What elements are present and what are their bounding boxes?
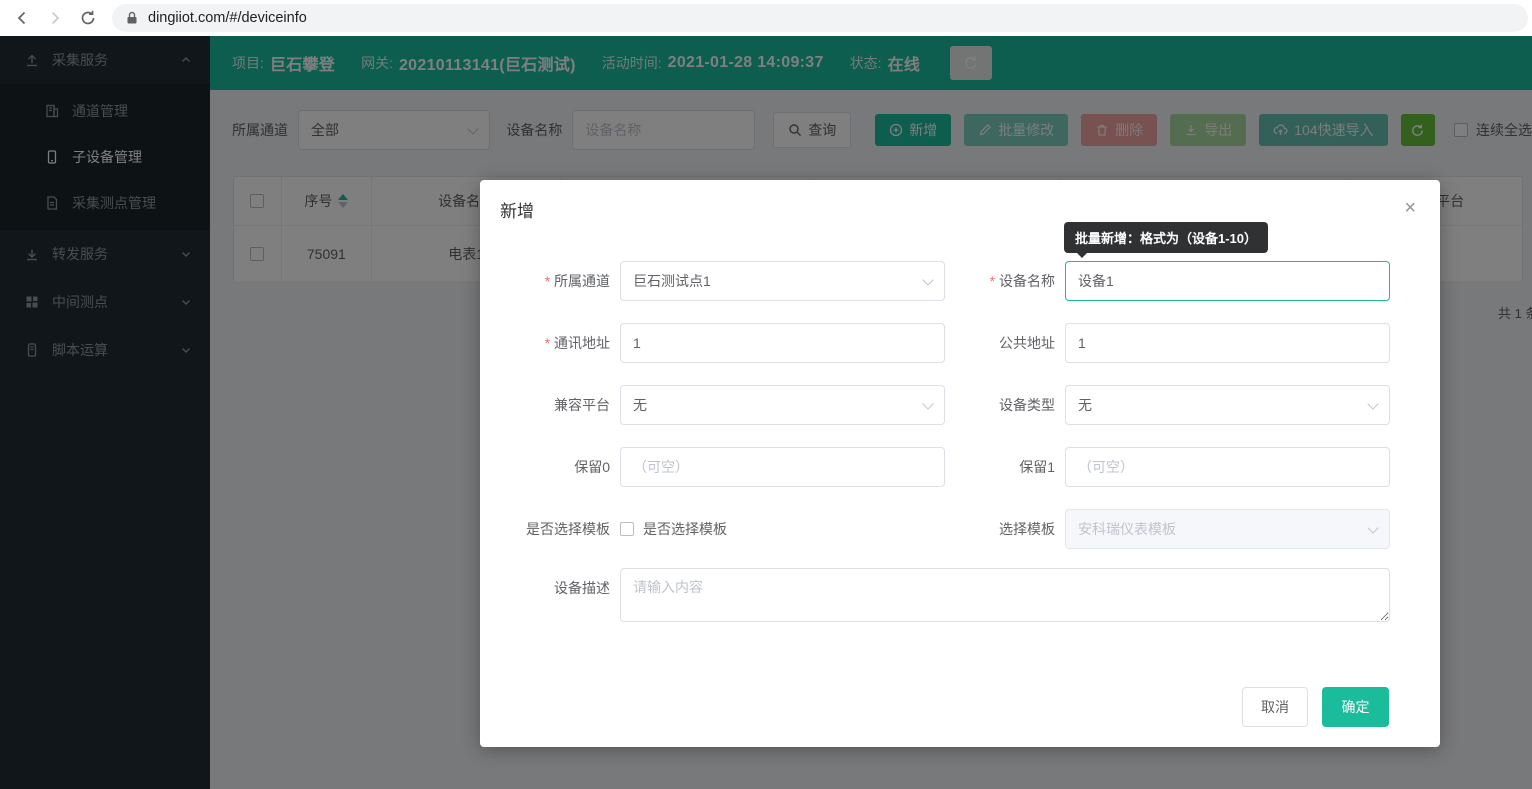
template-select-value: 安科瑞仪表模板 [1078, 519, 1176, 539]
template-select: 安科瑞仪表模板 [1065, 509, 1390, 549]
modal-title: 新增 [500, 197, 534, 222]
cancel-button[interactable]: 取消 [1242, 687, 1308, 727]
chevron-down-icon [1367, 522, 1378, 533]
public-addr-field[interactable] [1078, 335, 1377, 351]
use-template-checkbox-label: 是否选择模板 [643, 509, 727, 549]
description-field-label: 设备描述 [500, 568, 610, 608]
public-addr-field-label: 公共地址 [945, 323, 1055, 363]
reserve0-field[interactable] [633, 459, 932, 475]
comm-addr-field-label: 通讯地址 [500, 323, 610, 363]
public-addr-field-wrap [1065, 323, 1390, 363]
chevron-down-icon [922, 274, 933, 285]
reserve1-field[interactable] [1078, 459, 1377, 475]
device-name-field-wrap [1065, 261, 1390, 301]
compat-select[interactable]: 无 [620, 385, 945, 425]
channel-select-value: 巨石测试点1 [633, 271, 711, 291]
confirm-button[interactable]: 确定 [1322, 687, 1389, 727]
channel-field-label: 所属通道 [500, 261, 610, 301]
description-textarea[interactable] [620, 568, 1390, 622]
address-bar[interactable]: dingiiot.com/#/deviceinfo [112, 4, 1528, 32]
chevron-down-icon [1367, 398, 1378, 409]
comm-addr-field-wrap [620, 323, 945, 363]
add-device-modal: 新增 × 所属通道 巨石测试点1 设备名称 通讯地址 公共地址 兼容平台 无 设… [480, 180, 1440, 747]
reserve1-field-wrap [1065, 447, 1390, 487]
browser-back-icon[interactable] [11, 7, 33, 29]
chevron-down-icon [922, 398, 933, 409]
template-field-label: 选择模板 [945, 509, 1055, 549]
reserve0-field-wrap [620, 447, 945, 487]
device-type-select[interactable]: 无 [1065, 385, 1390, 425]
comm-addr-field[interactable] [633, 335, 932, 351]
browser-reload-icon[interactable] [77, 7, 99, 29]
use-template-field-label: 是否选择模板 [500, 509, 610, 549]
device-name-field[interactable] [1078, 273, 1377, 289]
browser-forward-icon [44, 7, 66, 29]
close-icon[interactable]: × [1398, 192, 1422, 224]
compat-select-value: 无 [633, 395, 647, 415]
device-type-select-value: 无 [1078, 395, 1092, 415]
use-template-checkbox[interactable] [620, 522, 634, 536]
url-text: dingiiot.com/#/deviceinfo [148, 10, 307, 26]
batch-add-tooltip: 批量新增：格式为（设备1-10） [1064, 222, 1268, 253]
device-type-field-label: 设备类型 [945, 385, 1055, 425]
browser-chrome: dingiiot.com/#/deviceinfo [0, 0, 1532, 36]
device-name-field-label: 设备名称 [945, 261, 1055, 301]
reserve0-field-label: 保留0 [500, 447, 610, 487]
reserve1-field-label: 保留1 [945, 447, 1055, 487]
channel-select[interactable]: 巨石测试点1 [620, 261, 945, 301]
compat-field-label: 兼容平台 [500, 385, 610, 425]
lock-icon [126, 11, 138, 25]
